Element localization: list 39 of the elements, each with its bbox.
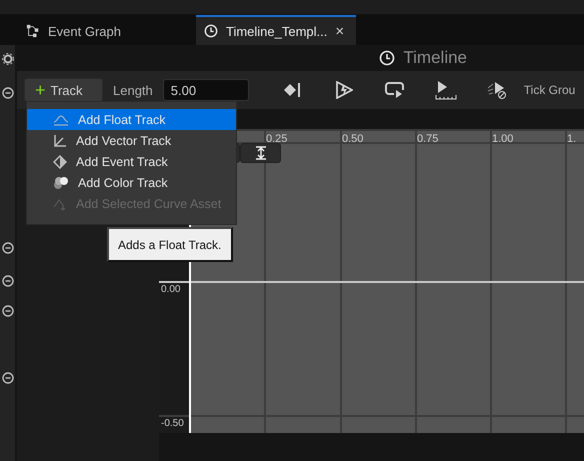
editor-tab[interactable]: Event Graph	[18, 15, 178, 45]
play-lightning-icon[interactable]	[335, 81, 354, 99]
editor-tab[interactable]: Timeline_Templ... ×	[196, 15, 356, 45]
time-tick-label: 0.75	[417, 133, 438, 145]
menu-item[interactable]: Add Float Track	[27, 109, 236, 130]
tooltip: Adds a Float Track.	[107, 227, 233, 262]
curve-arrow-icon	[53, 196, 67, 210]
fit-vertical-icon	[254, 146, 268, 160]
gear-icon[interactable]	[2, 53, 14, 65]
time-tick-label: 0.25	[266, 133, 288, 145]
circle-minus-icon[interactable]	[2, 372, 14, 384]
circle-minus-icon[interactable]	[2, 275, 14, 287]
time-tick-label: 1.00	[492, 133, 514, 145]
time-tick-label: 0.50	[342, 133, 364, 145]
add-track-button[interactable]: + Track	[24, 78, 103, 102]
tab-label: Timeline_Templ...	[226, 24, 328, 38]
tick-group-label: Tick Grou	[524, 83, 576, 97]
node-graph-icon	[26, 24, 40, 38]
length-label: Length	[113, 82, 153, 98]
play-ruler-icon[interactable]	[435, 80, 458, 100]
length-field[interactable]: 5.00	[162, 79, 249, 101]
clock-icon	[379, 50, 396, 66]
fit-vertical-button[interactable]	[240, 143, 281, 163]
curve-icon	[53, 114, 69, 126]
play-blocked-icon[interactable]	[486, 80, 508, 100]
axes-icon	[53, 134, 67, 148]
circle-minus-icon[interactable]	[2, 242, 14, 254]
close-icon[interactable]: ×	[335, 22, 344, 40]
value-label: -0.50	[161, 418, 184, 429]
time-tick-label: 1.	[567, 133, 576, 145]
color-circles-icon	[53, 176, 69, 190]
circle-minus-icon[interactable]	[2, 305, 14, 317]
tab-label: Event Graph	[48, 24, 121, 38]
panel-title: Timeline	[403, 48, 467, 68]
clock-icon	[204, 24, 218, 38]
loop-icon[interactable]	[385, 81, 406, 99]
diamond-icon	[53, 154, 67, 168]
value-label: 0.00	[161, 284, 180, 295]
circle-minus-icon[interactable]	[2, 87, 14, 99]
